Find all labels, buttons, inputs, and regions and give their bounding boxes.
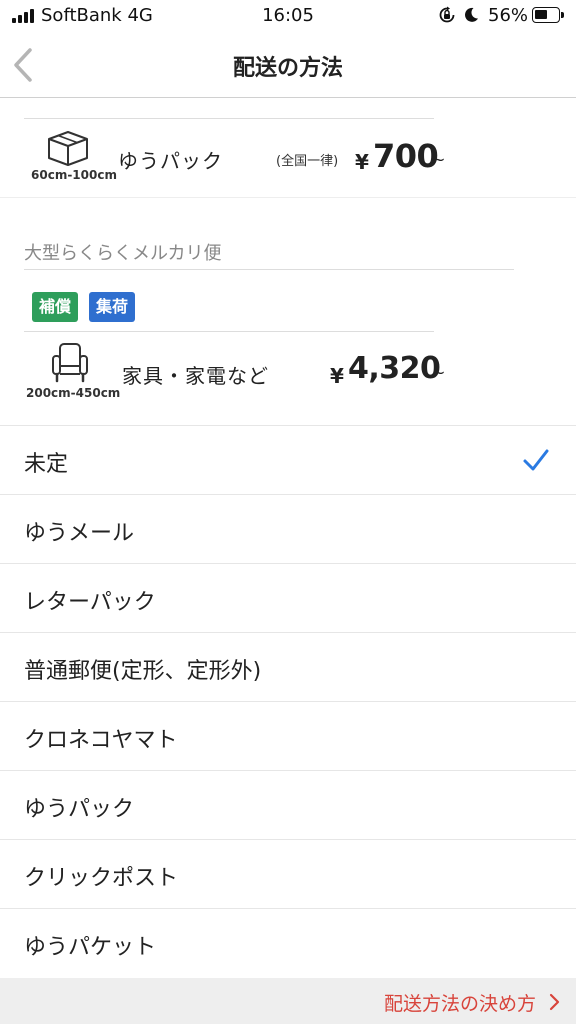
price: 700 [373,137,439,175]
option-label: ゆうメール [24,521,135,546]
price: 4,320 [348,351,441,386]
size-label: 60cm-100cm [31,168,117,182]
page-title: 配送の方法 [232,56,343,81]
status-bar: SoftBank 4G 16:05 56% [0,0,576,32]
chevron-right-icon[interactable] [548,992,562,1012]
price-tilde: ~ [432,363,446,382]
option-label: ゆうパック [24,797,135,822]
card-name: 家具・家電など [122,364,269,388]
list-item[interactable]: ゆうパック [0,770,576,839]
armchair-icon [52,343,88,383]
list-item[interactable]: クロネコヤマト [0,701,576,770]
list-item[interactable]: レターパック [0,563,576,632]
nationwide-note: (全国一律) [276,154,339,169]
checkmark-icon [523,449,549,471]
orientation-lock-icon [439,6,455,23]
option-label: ゆうパケット [24,935,157,960]
list-item[interactable]: 普通郵便(定形、定形外) [0,632,576,701]
option-label: クリックポスト [24,866,179,891]
size-label: 200cm-450cm [26,386,121,400]
box-icon [48,131,88,166]
moon-icon [465,7,478,22]
divider [24,269,514,270]
footer-bar: 配送方法の決め方 [0,978,576,1024]
price-tilde: ~ [432,150,446,169]
section-heading: 大型らくらくメルカリ便 [24,243,222,264]
yen-sign: ¥ [355,150,369,174]
list-item[interactable]: 未定 [0,425,576,494]
yen-sign: ¥ [330,364,344,388]
divider [0,197,576,198]
how-to-choose-link[interactable]: 配送方法の決め方 [384,989,536,1016]
option-label: レターパック [24,590,156,615]
option-label: クロネコヤマト [24,728,178,753]
badge-pickup: 集荷 [89,292,136,322]
shipping-method-list: 未定 ゆうメール レターパック 普通郵便(定形、定形外) クロネコヤマト ゆうパ… [0,425,576,977]
divider [24,331,434,332]
divider [24,118,434,119]
option-label: 未定 [24,452,69,477]
battery-icon [532,7,564,23]
option-label: 普通郵便(定形、定形外) [24,659,262,684]
badge-insurance: 補償 [32,292,79,322]
list-item[interactable]: ゆうパケット [0,908,576,977]
card-name: ゆうパック [118,149,223,173]
list-item[interactable]: クリックポスト [0,839,576,908]
list-item[interactable]: ゆうメール [0,494,576,563]
battery-percent: 56% [488,5,529,26]
nav-bar: 配送の方法 [0,32,576,98]
